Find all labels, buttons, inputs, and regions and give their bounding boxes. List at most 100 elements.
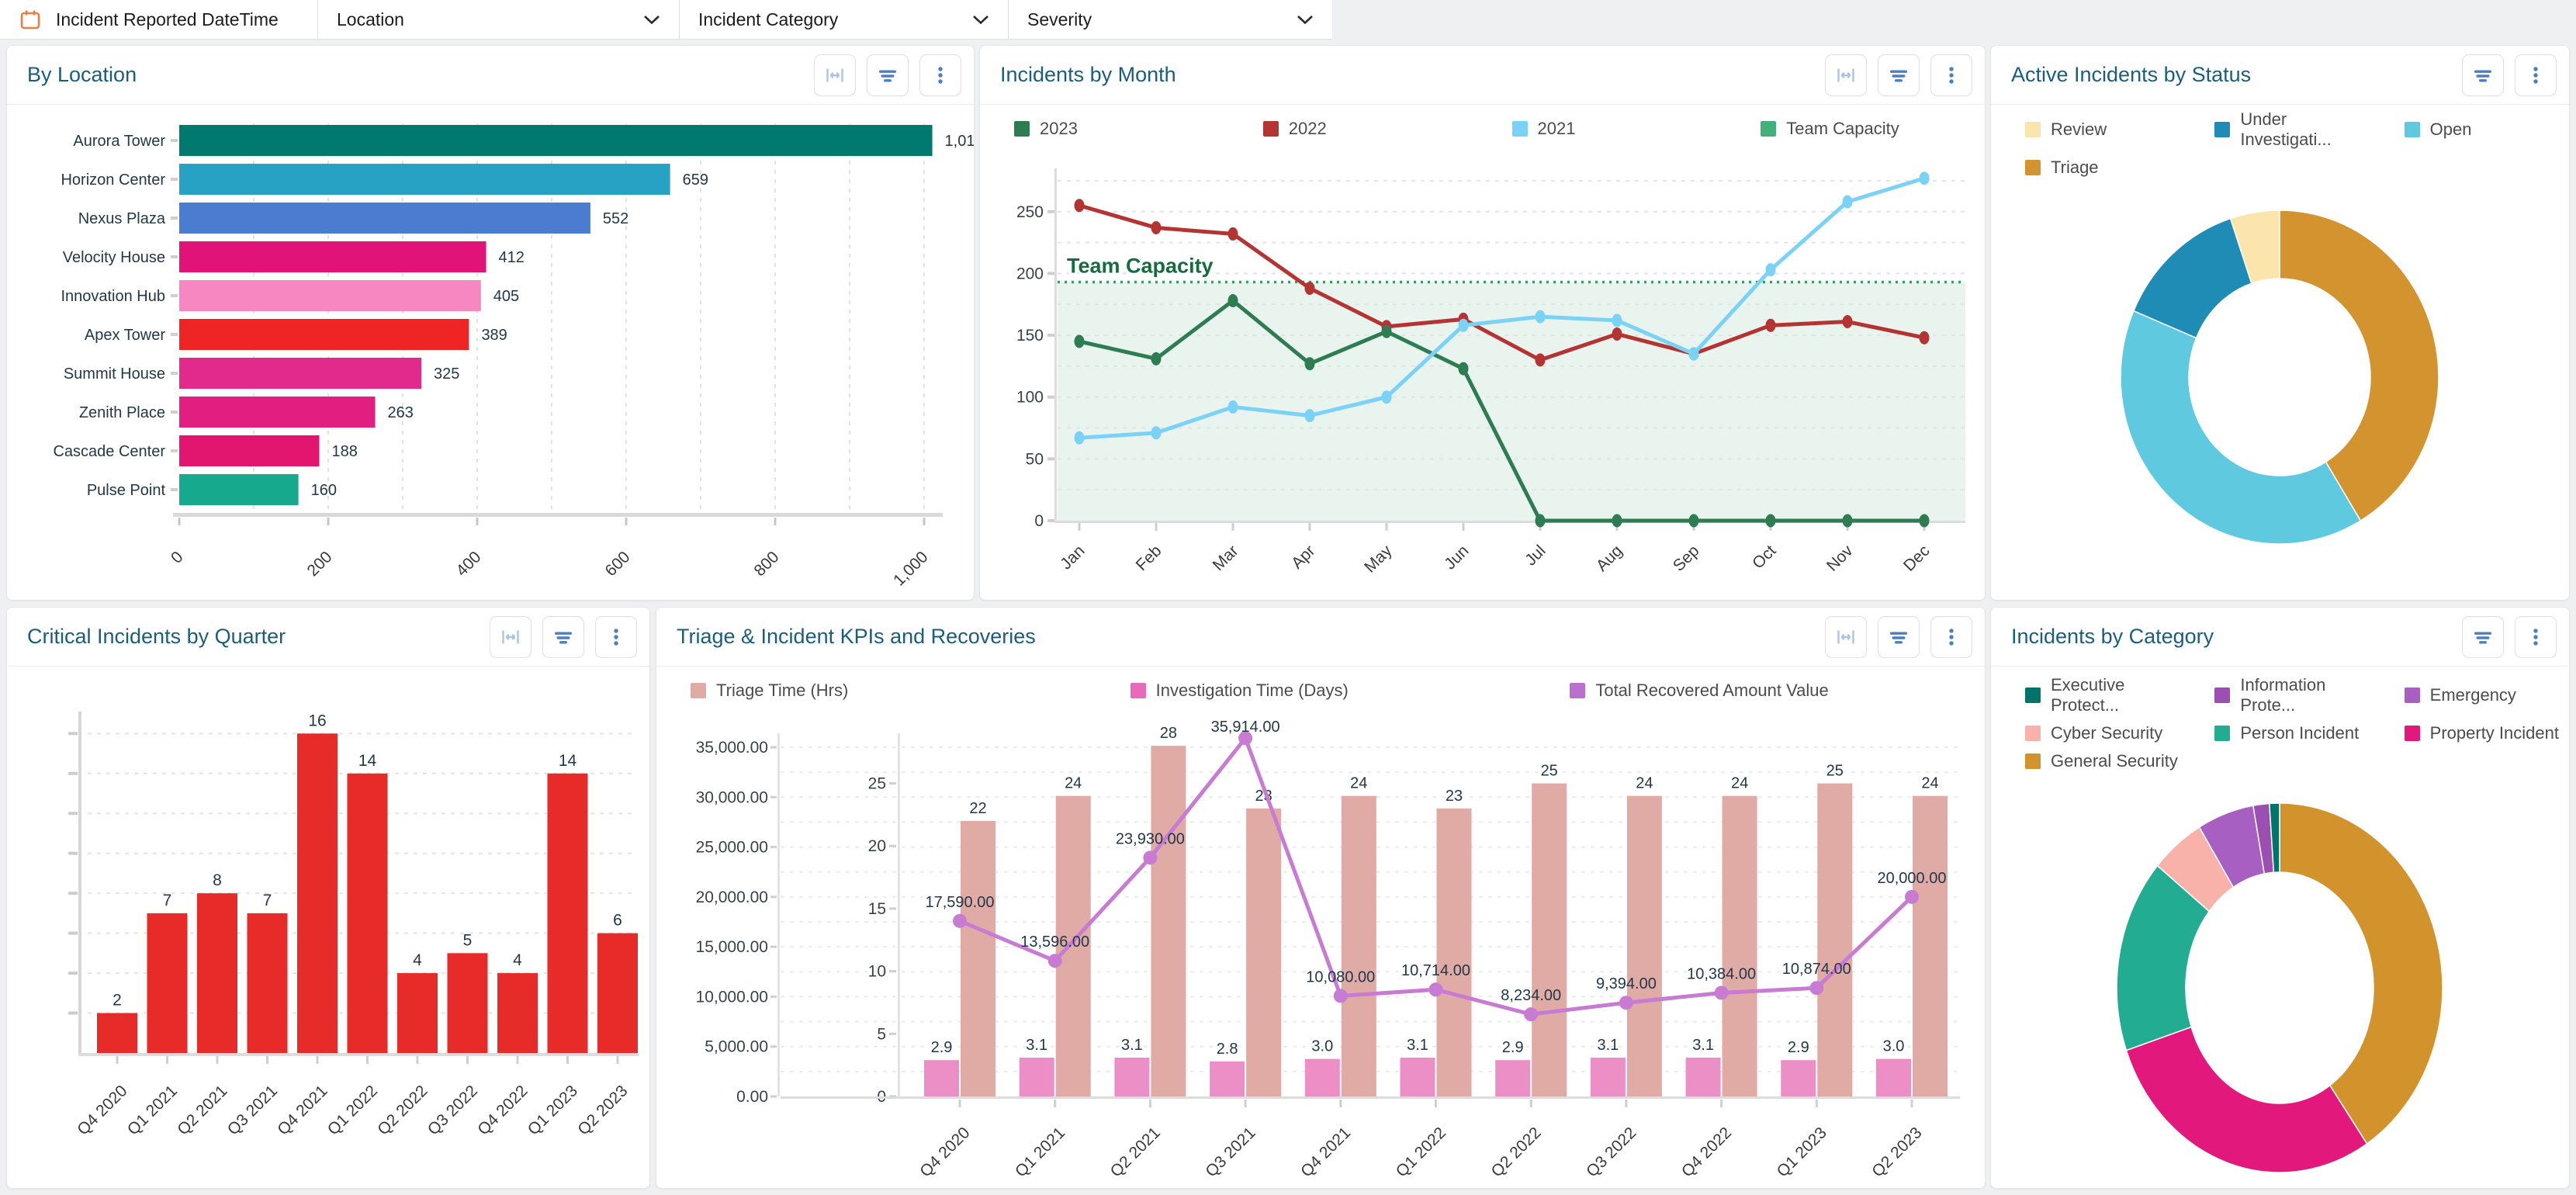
legend-item[interactable]: General Security	[1996, 747, 2185, 775]
legend-item[interactable]: Property Incident	[2375, 719, 2564, 747]
legend-item[interactable]: 2021	[1483, 115, 1732, 143]
legend-item[interactable]: 2022	[1234, 115, 1483, 143]
by-location-canvas[interactable]: 02004006008001,000Aurora Tower1,011Horiz…	[7, 105, 974, 601]
legend-swatch	[2025, 688, 2041, 703]
svg-text:Dec: Dec	[1900, 542, 1934, 575]
legend-swatch	[2025, 122, 2041, 137]
svg-text:Q3 2022: Q3 2022	[1583, 1124, 1639, 1180]
legend-item[interactable]: Under Investigati...	[2185, 106, 2374, 154]
critical-incidents-by-quarter-chart[interactable]: 2Q4 20207Q1 20218Q2 20217Q3 202116Q4 202…	[7, 667, 649, 1188]
svg-text:8: 8	[213, 871, 222, 889]
svg-text:4: 4	[513, 951, 522, 969]
legend-item[interactable]: Investigation Time (Days)	[1101, 677, 1541, 705]
svg-text:Pulse Point: Pulse Point	[87, 482, 166, 499]
legend-label: Team Capacity	[1786, 119, 1899, 139]
legend-item[interactable]: Information Prote...	[2185, 671, 2374, 719]
kebab-menu-icon	[2526, 627, 2546, 647]
triage-incident-kpis-chart[interactable]: Triage Time (Hrs) Investigation Time (Day…	[656, 667, 1985, 1188]
filter-date-label: Incident Reported DateTime	[56, 9, 279, 30]
filter-button[interactable]	[2462, 616, 2504, 658]
svg-text:Zenith Place: Zenith Place	[79, 404, 165, 421]
more-options-button[interactable]	[595, 616, 637, 658]
legend-label: Triage	[2051, 158, 2099, 178]
dropdown-label: Incident Category	[698, 9, 838, 30]
svg-text:Apr: Apr	[1288, 542, 1318, 572]
legend-item[interactable]: Open	[2375, 106, 2564, 154]
incidents-by-category-canvas[interactable]	[1991, 780, 2569, 1189]
svg-text:Q2 2022: Q2 2022	[1487, 1124, 1544, 1180]
legend-swatch	[2025, 160, 2041, 175]
by-location-chart[interactable]: 02004006008001,000Aurora Tower1,011Horiz…	[7, 105, 974, 600]
legend-item[interactable]: Cyber Security	[1996, 719, 2185, 747]
svg-text:2.9: 2.9	[1788, 1039, 1809, 1056]
filter-button[interactable]	[2462, 54, 2504, 96]
svg-text:Q4 2020: Q4 2020	[74, 1082, 130, 1138]
svg-text:Mar: Mar	[1210, 542, 1242, 574]
svg-text:22: 22	[969, 800, 986, 817]
fit-width-button[interactable]	[490, 616, 531, 658]
more-options-button[interactable]	[2515, 54, 2557, 96]
svg-text:6: 6	[613, 912, 622, 930]
filter-button[interactable]	[1878, 54, 1920, 96]
svg-text:15: 15	[868, 900, 886, 918]
kebab-menu-icon	[930, 65, 950, 85]
filter-dropdown-incident-category[interactable]: Incident Category	[680, 0, 1009, 39]
more-options-button[interactable]	[2515, 616, 2557, 658]
svg-text:3.0: 3.0	[1311, 1038, 1333, 1055]
svg-text:5: 5	[877, 1025, 886, 1043]
active-incidents-by-status-canvas[interactable]	[1991, 182, 2569, 601]
legend-item[interactable]: 2023	[985, 115, 1234, 143]
chevron-down-icon	[972, 15, 989, 25]
legend-item[interactable]: Team Capacity	[1731, 115, 1980, 143]
incidents-by-category-chart[interactable]: Executive Protect...Information Prote...…	[1991, 667, 2569, 1188]
svg-text:Q2 2023: Q2 2023	[1868, 1124, 1925, 1180]
legend-label: Triage Time (Hrs)	[716, 681, 848, 701]
triage-incident-kpis-canvas[interactable]: 0.005,000.0010,000.0015,000.0020,000.002…	[656, 715, 1985, 1189]
svg-text:25,000.00: 25,000.00	[696, 839, 768, 857]
legend-item[interactable]: Triage Time (Hrs)	[661, 677, 1101, 705]
svg-text:24: 24	[1350, 775, 1367, 792]
legend-item[interactable]: Review	[1996, 106, 2185, 154]
legend-item[interactable]: Person Incident	[2185, 719, 2374, 747]
panel-toolbar	[1825, 616, 1972, 658]
filter-dropdown-severity[interactable]: Severity	[1009, 0, 1332, 39]
filter-incident-reported-datetime[interactable]: Incident Reported DateTime	[0, 0, 318, 39]
svg-text:4: 4	[413, 951, 422, 969]
legend-swatch	[2025, 753, 2041, 769]
svg-text:10,000.00: 10,000.00	[696, 988, 768, 1006]
svg-text:0: 0	[1034, 512, 1044, 530]
fit-width-button[interactable]	[1825, 54, 1867, 96]
legend-label: General Security	[2051, 751, 2178, 771]
legend-label: 2023	[1040, 119, 1078, 139]
more-options-button[interactable]	[1930, 54, 1972, 96]
fit-width-button[interactable]	[1825, 616, 1867, 658]
svg-text:Nov: Nov	[1823, 542, 1857, 575]
incidents-by-month-canvas[interactable]: 050100150200250JanFebMarAprMayJunJulAugS…	[980, 153, 1985, 601]
active-incidents-by-status-chart[interactable]: ReviewUnder Investigati...Open Triage	[1991, 105, 2569, 600]
more-options-button[interactable]	[919, 54, 961, 96]
legend-label: Executive Protect...	[2051, 675, 2185, 715]
legend-item[interactable]: Triage	[1996, 154, 2185, 182]
legend-item[interactable]: Emergency	[2375, 671, 2564, 719]
filter-button[interactable]	[1878, 616, 1920, 658]
legend-item[interactable]: Total Recovered Amount Value	[1540, 677, 1980, 705]
svg-text:35,000.00: 35,000.00	[696, 739, 768, 757]
svg-text:3.1: 3.1	[1692, 1037, 1714, 1054]
filter-button[interactable]	[542, 616, 584, 658]
more-options-button[interactable]	[1930, 616, 1972, 658]
svg-text:10,714.00: 10,714.00	[1401, 962, 1470, 979]
critical-incidents-by-quarter-canvas[interactable]: 2Q4 20207Q1 20218Q2 20217Q3 202116Q4 202…	[7, 667, 649, 1189]
legend-label: Cyber Security	[2051, 723, 2162, 743]
panel-toolbar	[814, 54, 961, 96]
legend-item[interactable]: Executive Protect...	[1996, 671, 2185, 719]
svg-text:16: 16	[308, 712, 326, 729]
filter-icon	[2473, 627, 2493, 647]
panel-header: Incidents by Category	[1991, 608, 2569, 667]
svg-text:24: 24	[1731, 775, 1748, 792]
fit-width-button[interactable]	[814, 54, 856, 96]
filter-dropdown-location[interactable]: Location	[318, 0, 680, 39]
incidents-by-month-chart[interactable]: 202320222021Team Capacity050100150200250…	[980, 105, 1985, 600]
filter-button[interactable]	[867, 54, 909, 96]
svg-text:23: 23	[1446, 788, 1463, 805]
svg-text:10,080.00: 10,080.00	[1306, 968, 1375, 985]
